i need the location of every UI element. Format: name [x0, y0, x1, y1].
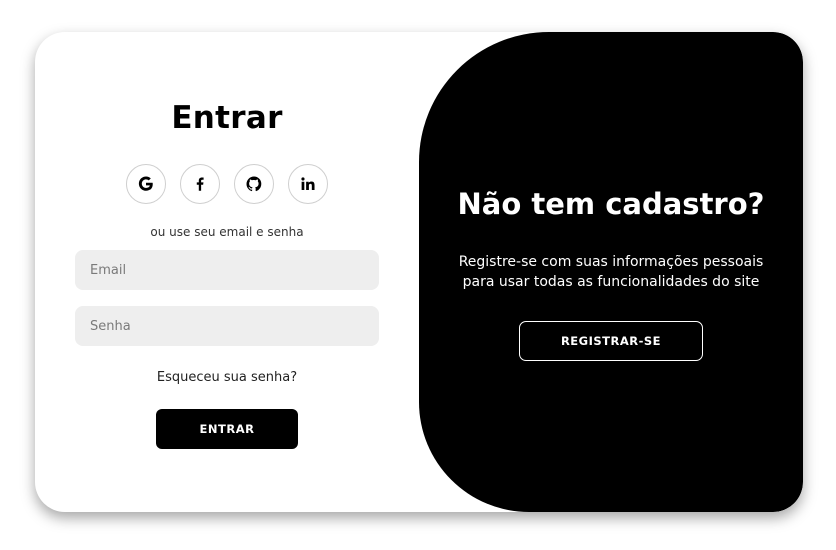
google-login-button[interactable] [126, 164, 166, 204]
sign-in-panel: Entrar ou use seu email e senha Email Es… [35, 32, 419, 512]
facebook-icon [196, 177, 204, 191]
sign-in-button[interactable]: ENTRAR [156, 409, 298, 449]
linkedin-icon [301, 177, 315, 190]
password-field[interactable] [75, 306, 379, 346]
email-field[interactable] [75, 250, 379, 290]
sign-up-description-line2: para usar todas as funcionalidades do si… [462, 274, 760, 290]
auth-card: Entrar ou use seu email e senha Email Es… [35, 32, 803, 512]
linkedin-login-button[interactable] [288, 164, 328, 204]
sign-up-description: Registre-se com suas informações pessoai… [439, 252, 783, 292]
sign-up-description-line1: Registre-se com suas informações pessoai… [458, 254, 764, 270]
github-login-button[interactable] [234, 164, 274, 204]
forgot-password-link[interactable]: Esqueceu sua senha? [35, 370, 419, 385]
sign-up-title: Não tem cadastro? [457, 187, 765, 221]
social-login-row [126, 164, 328, 204]
alternative-login-hint: ou use seu email e senha [150, 225, 304, 239]
sign-in-title: Entrar [171, 100, 283, 136]
sign-up-button[interactable]: REGISTRAR-SE [519, 321, 703, 361]
github-icon [246, 176, 262, 192]
google-icon [138, 176, 153, 191]
sign-up-panel: Não tem cadastro? Registre-se com suas i… [419, 32, 803, 512]
facebook-login-button[interactable] [180, 164, 220, 204]
